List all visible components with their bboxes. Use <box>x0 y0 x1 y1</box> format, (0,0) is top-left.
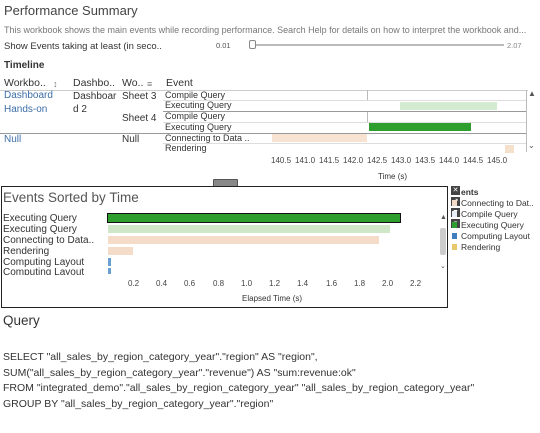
chart-axis-tick: 0.8 <box>213 279 225 288</box>
scroll-up-icon[interactable]: ▲ <box>528 89 536 98</box>
event-cell: Connecting to Data .. <box>165 133 250 143</box>
scroll-up-icon[interactable]: ▲ <box>440 214 447 221</box>
col-header-worksheet[interactable]: Wo.. <box>122 77 143 89</box>
legend-item[interactable]: Computing Layout <box>461 231 530 241</box>
filter-slider-handle[interactable] <box>249 40 256 49</box>
dashboard-cell: Null <box>122 134 140 145</box>
axis-tick: 141.0 <box>295 156 316 165</box>
filter-slider-track[interactable] <box>252 44 504 46</box>
timeline-bar-rendering[interactable] <box>505 145 514 153</box>
legend-swatch <box>452 211 457 217</box>
filter-max-value: 2.07 <box>507 41 522 50</box>
filter-min-value: 0.01 <box>216 41 231 50</box>
worksheet-cell: Sheet 3 <box>122 91 157 102</box>
chart-category-label: Executing Query <box>3 213 77 224</box>
event-cell: Executing Query <box>165 122 232 132</box>
bar-connecting-to-data[interactable] <box>108 236 379 244</box>
chart-axis-tick: 1.0 <box>241 279 253 288</box>
legend-item[interactable]: Connecting to Dat.. <box>461 198 534 208</box>
worksheet-cell: Sheet 4 <box>122 113 157 124</box>
legend-swatch <box>452 233 457 239</box>
chart-axis-tick: 0.6 <box>184 279 196 288</box>
chart-category-label: Executing Query <box>3 224 77 235</box>
axis-tick: 144.5 <box>463 156 484 165</box>
timeline-axis-title: Time (s) <box>378 172 408 181</box>
chart-category-label: Connecting to Data.. <box>3 235 95 246</box>
legend-item[interactable]: Rendering <box>461 242 500 252</box>
scroll-down-icon[interactable]: ⌄ <box>440 262 446 270</box>
chart-axis-tick: 1.8 <box>354 279 366 288</box>
timeline-bar-connecting-to-data[interactable] <box>272 134 367 142</box>
row-divider <box>163 122 526 123</box>
filter-label: Show Events taking at least (in seco.. <box>4 41 162 52</box>
axis-tick: 142.0 <box>343 156 364 165</box>
timeline-marker <box>367 90 368 100</box>
sort-icon[interactable]: ≡ <box>147 79 152 89</box>
bar-computing-layout[interactable] <box>108 258 111 266</box>
sort-icon[interactable]: ↕ <box>53 79 58 89</box>
legend-swatch <box>452 222 457 228</box>
chart-axis-tick: 1.4 <box>297 279 309 288</box>
event-cell: Compile Query <box>165 111 226 121</box>
event-cell: Rendering <box>165 143 207 153</box>
sql-line: GROUP BY "all_sales_by_region_category_y… <box>3 398 274 410</box>
event-cell: Executing Query <box>165 100 232 110</box>
workbook-link[interactable]: Null <box>4 134 21 145</box>
axis-tick: 142.5 <box>367 156 388 165</box>
legend-title: ents <box>461 187 479 197</box>
row-divider <box>163 111 526 112</box>
chart-axis-tick: 1.6 <box>326 279 338 288</box>
chart-category-label: Rendering <box>3 246 50 257</box>
chart-axis-tick: 1.2 <box>269 279 281 288</box>
timeline-label: Timeline <box>4 60 45 71</box>
axis-tick: 145.0 <box>487 156 508 165</box>
chart-axis-tick: 0.4 <box>156 279 168 288</box>
axis-tick: 141.5 <box>319 156 340 165</box>
bar-rendering[interactable] <box>108 247 133 255</box>
page-title: Performance Summary <box>4 3 138 18</box>
page-subtitle: This workbook shows the main events whil… <box>4 25 527 35</box>
timeline-bar-executing-query[interactable] <box>400 102 497 110</box>
workbook-link[interactable]: Dashboard <box>4 90 53 101</box>
col-header-dashboard[interactable]: Dashbo.. <box>73 77 115 89</box>
event-cell: Compile Query <box>165 90 226 100</box>
panel-title: Events Sorted by Time <box>3 190 139 205</box>
axis-tick: 140.5 <box>271 156 292 165</box>
legend-swatch <box>452 200 457 206</box>
chart-category-label: Computing Layout <box>3 267 85 275</box>
scroll-rail <box>526 90 527 152</box>
dashboard-cell: d 2 <box>73 104 87 115</box>
chart-axis-tick: 2.2 <box>410 279 422 288</box>
timeline-bar-executing-query[interactable] <box>369 123 471 131</box>
col-header-workbook[interactable]: Workbo.. <box>4 77 46 89</box>
axis-tick: 143.5 <box>415 156 436 165</box>
row-divider <box>0 133 526 134</box>
legend-item[interactable]: Compile Query <box>461 209 518 219</box>
scroll-down-icon[interactable]: ⌄ <box>528 141 535 150</box>
legend-swatch <box>452 244 457 250</box>
axis-tick: 143.0 <box>391 156 412 165</box>
query-title: Query <box>3 313 40 328</box>
chart-axis-tick: 0.2 <box>128 279 140 288</box>
bar-executing-query[interactable] <box>107 213 401 223</box>
row-divider <box>163 143 526 144</box>
timeline-marker <box>367 112 368 122</box>
col-header-event[interactable]: Event <box>166 77 193 89</box>
panel-scroll-thumb[interactable] <box>440 228 446 255</box>
chart-axis-title: Elapsed Time (s) <box>242 294 303 303</box>
axis-tick: 144.0 <box>439 156 460 165</box>
legend-item[interactable]: Executing Query <box>461 220 524 230</box>
bar-computing-layout[interactable] <box>108 268 111 274</box>
chart-axis-tick: 2.0 <box>382 279 394 288</box>
row-divider <box>163 100 526 101</box>
dashboard-cell: Dashboar <box>73 91 117 102</box>
close-icon[interactable]: ✕ <box>451 186 460 195</box>
workbook-link[interactable]: Hands-on <box>4 104 47 115</box>
sql-line: FROM "integrated_demo"."all_sales_by_reg… <box>3 382 475 394</box>
sql-line: SELECT "all_sales_by_region_category_yea… <box>3 351 318 363</box>
bar-executing-query[interactable] <box>108 225 390 233</box>
sql-line: SUM("all_sales_by_region_category_year".… <box>3 367 356 379</box>
